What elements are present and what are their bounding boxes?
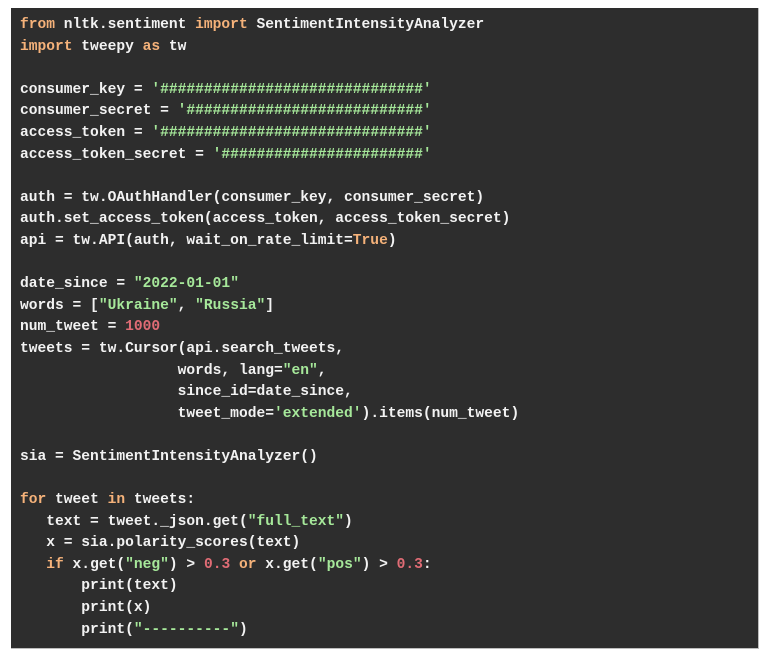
code-content[interactable]: from nltk.sentiment import SentimentInte… [20, 15, 519, 641]
code-line: api = tw.API(auth, wait_on_rate_limit=Tr… [20, 231, 519, 253]
code-line: since_id=date_since, [20, 382, 519, 404]
code-text: ) [387, 232, 397, 249]
code-line: print("----------") [20, 620, 519, 642]
code-text: consumer_secret = [20, 103, 178, 120]
code-string: "2022-01-01" [133, 276, 239, 293]
code-string: "neg" [125, 556, 169, 573]
code-text: : [422, 556, 432, 573]
code-text: tweet_mode= [20, 405, 274, 422]
code-line: tweet_mode='extended').items(num_tweet) [20, 404, 520, 426]
code-keyword: if [46, 556, 64, 573]
code-text: auth = tw.OAuthHandler(consumer_key, con… [20, 189, 485, 206]
code-string: '##############################' [151, 124, 432, 141]
code-string: '###########################' [177, 103, 432, 120]
code-line: num_tweet = 1000 [20, 317, 519, 339]
code-number: 0.3 [203, 556, 231, 573]
code-text: ) [238, 621, 248, 638]
code-text: , [177, 297, 196, 314]
code-line: for tweet in tweets: [20, 490, 519, 512]
code-text: since_id=date_since, [20, 384, 353, 401]
code-line: text = tweet._json.get("full_text") [20, 512, 519, 534]
code-text: print( [20, 621, 134, 638]
code-text: ) > [168, 556, 204, 573]
code-string: "pos" [317, 556, 362, 573]
code-text: ] [265, 297, 274, 314]
code-text: x.get( [63, 556, 126, 573]
code-number: 0.3 [396, 556, 423, 573]
code-text: access_token_secret = [20, 146, 213, 163]
code-text: auth.set_access_token(access_token, acce… [20, 211, 511, 228]
code-string: '#######################' [212, 146, 432, 163]
code-line: print(x) [20, 598, 519, 620]
code-keyword: in [107, 492, 126, 509]
code-line: access_token_secret = '#################… [20, 145, 519, 167]
code-text: ).items(num_tweet) [361, 405, 520, 422]
code-line: if x.get("neg") > 0.3 or x.get("pos") > … [20, 555, 519, 577]
code-line: consumer_secret = '#####################… [20, 101, 519, 123]
code-line: auth.set_access_token(access_token, acce… [20, 209, 519, 231]
code-text: nltk.sentiment [55, 17, 196, 33]
code-line: print(text) [20, 576, 519, 598]
code-text: print(text) [20, 578, 178, 595]
code-text: tweet [46, 492, 108, 509]
code-line: consumer_key = '########################… [20, 80, 519, 102]
code-keyword: import [195, 17, 248, 33]
code-line: words = ["Ukraine", "Russia"] [20, 296, 519, 318]
code-number: 1000 [125, 319, 161, 336]
code-text: words = [ [20, 297, 99, 314]
code-line: date_since = "2022-01-01" [20, 274, 519, 296]
code-string: "full_text" [247, 513, 345, 530]
code-text: num_tweet = [20, 319, 126, 336]
code-line: words, lang="en", [20, 361, 519, 383]
code-keyword: as [142, 38, 161, 55]
code-text: access_token = [20, 124, 152, 141]
code-text: ) > [361, 556, 397, 573]
code-text: tweets = tw.Cursor(api.search_tweets, [20, 340, 345, 357]
code-line: tweets = tw.Cursor(api.search_tweets, [20, 339, 519, 361]
code-line: sia = SentimentIntensityAnalyzer() [20, 447, 519, 469]
code-text: x = sia.polarity_scores(text) [20, 535, 301, 552]
code-text: ) [344, 513, 353, 530]
code-keyword: or [238, 556, 257, 573]
code-string: "Russia" [195, 297, 266, 314]
code-block: from nltk.sentiment import SentimentInte… [11, 8, 759, 649]
code-text: api = tw.API(auth, wait_on_rate_limit= [20, 232, 353, 249]
code-text: text = tweet._json.get( [20, 513, 248, 530]
code-string: '##############################' [151, 81, 432, 98]
code-text: date_since = [20, 276, 134, 293]
code-line: import tweepy as tw [20, 37, 519, 59]
code-line: auth = tw.OAuthHandler(consumer_key, con… [20, 188, 519, 210]
code-line: access_token = '########################… [20, 123, 519, 145]
code-text: print(x) [20, 600, 152, 617]
code-text: tw [160, 38, 187, 55]
code-text: x.get( [256, 556, 318, 573]
code-keyword: for [20, 492, 47, 509]
code-string: "Ukraine" [98, 297, 178, 314]
code-text: consumer_key = [20, 81, 152, 98]
code-text: sia = SentimentIntensityAnalyzer() [20, 448, 318, 465]
code-constant: True [352, 232, 388, 249]
code-string: "----------" [133, 621, 239, 638]
code-text: tweepy [72, 38, 143, 55]
code-string: 'extended' [273, 405, 362, 422]
code-text: , [317, 362, 327, 379]
code-line: x = sia.polarity_scores(text) [20, 533, 519, 555]
code-keyword: from [20, 17, 56, 33]
code-keyword: import [20, 38, 73, 55]
code-text: tweets: [125, 492, 196, 509]
code-string: "en" [282, 362, 318, 379]
code-text: words, lang= [20, 362, 283, 379]
code-line: from nltk.sentiment import SentimentInte… [20, 15, 519, 37]
code-text: SentimentIntensityAnalyzer [247, 17, 485, 33]
